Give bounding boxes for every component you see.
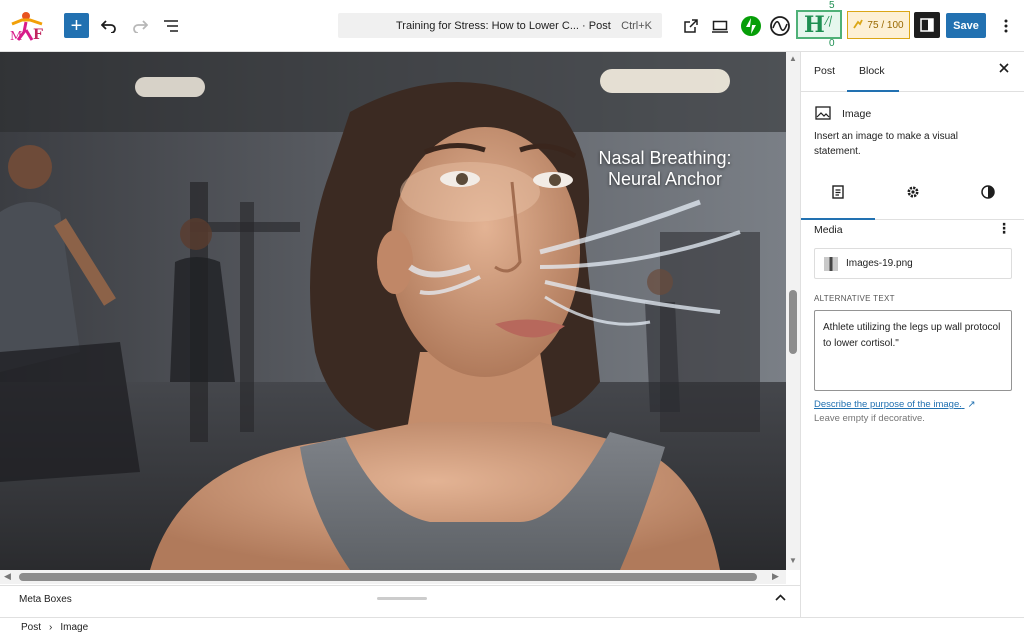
block-card: Image Insert an image to make a visual s…: [801, 92, 1024, 220]
settings-sidebar: Post Block Image Insert an image to make…: [800, 52, 1024, 617]
external-link-arrow-icon: ↗: [967, 399, 976, 410]
jetpack-icon[interactable]: [740, 15, 762, 37]
file-thumbnail: [824, 256, 838, 271]
media-options-icon[interactable]: ⋮: [997, 220, 1011, 237]
svg-text:M: M: [10, 29, 22, 42]
block-description: Insert an image to make a visual stateme…: [814, 131, 958, 157]
add-block-button[interactable]: +: [64, 13, 89, 38]
media-file-button[interactable]: Images-19.png: [814, 248, 1012, 279]
tab-settings-list[interactable]: [801, 180, 875, 220]
breadcrumb-image[interactable]: Image: [60, 622, 88, 633]
headings-icon: H: [804, 11, 825, 38]
close-icon[interactable]: [999, 62, 1009, 76]
more-options-icon[interactable]: [993, 13, 1019, 39]
scroll-left-icon[interactable]: ◀: [4, 571, 11, 582]
block-title: Image: [842, 108, 872, 120]
alt-text-hint: Leave empty if decorative.: [814, 413, 925, 424]
settings-sidebar-toggle[interactable]: [914, 12, 940, 38]
sidebar-tabs: Post Block: [801, 52, 1024, 92]
media-file-name: Images-19.png: [846, 258, 913, 269]
alt-text-label: ALTERNATIVE TEXT: [814, 294, 895, 303]
seo-score-button[interactable]: 75 / 100: [847, 11, 910, 39]
chevron-up-icon[interactable]: [775, 592, 786, 604]
readability-bottom-value: 0: [829, 38, 835, 49]
desktop-preview-icon[interactable]: [707, 13, 733, 39]
settings-list-icon: [832, 184, 844, 204]
readability-fraction: /|: [823, 14, 834, 27]
scroll-right-icon[interactable]: ▶: [772, 571, 779, 582]
featured-image: [0, 52, 786, 570]
tab-post[interactable]: Post: [814, 65, 835, 77]
tab-block[interactable]: Block: [847, 65, 899, 92]
site-logo[interactable]: F M: [8, 10, 54, 43]
readability-badge[interactable]: H /|: [796, 10, 842, 39]
alt-text-textarea[interactable]: Athlete utilizing the legs up wall proto…: [814, 310, 1012, 391]
image-block[interactable]: Nasal Breathing: Neural Anchor: [0, 52, 786, 570]
document-title: Training for Stress: How to Lower C... ·…: [396, 19, 611, 32]
media-panel-heading: Media: [814, 224, 843, 236]
resize-handle[interactable]: [377, 597, 427, 600]
vertical-scroll-thumb[interactable]: [789, 290, 797, 354]
breadcrumb-post[interactable]: Post: [21, 622, 41, 633]
image-overlay-caption: Nasal Breathing: Neural Anchor: [560, 148, 770, 190]
horizontal-scrollbar[interactable]: ◀ ▶: [0, 570, 786, 584]
image-block-icon: [815, 106, 831, 125]
gear-icon: [906, 185, 920, 204]
styles-contrast-icon: [981, 184, 995, 204]
overlay-line-1: Nasal Breathing:: [598, 148, 732, 168]
save-button[interactable]: Save: [946, 13, 986, 38]
editor-toolbar: F M + Training for Stress: How to Lower …: [0, 0, 1024, 52]
external-link-icon[interactable]: [678, 13, 704, 39]
seo-score-value: 75 / 100: [867, 19, 904, 31]
tab-advanced-settings[interactable]: [876, 180, 950, 208]
redo-icon[interactable]: [127, 13, 153, 39]
overlay-line-2: Neural Anchor: [607, 169, 723, 189]
vertical-scrollbar[interactable]: ▲ ▼: [786, 52, 800, 570]
tab-styles[interactable]: [951, 180, 1024, 208]
scroll-down-icon[interactable]: ▼: [789, 556, 797, 565]
list-view-icon[interactable]: [158, 13, 184, 39]
seo-flame-icon: [853, 19, 864, 32]
meta-boxes-label: Meta Boxes: [19, 594, 72, 605]
scroll-up-icon[interactable]: ▲: [789, 54, 797, 63]
svg-text:F: F: [33, 27, 43, 42]
performance-icon[interactable]: [768, 14, 792, 38]
breadcrumb-separator-icon: ›: [49, 622, 53, 633]
describe-purpose-link[interactable]: Describe the purpose of the image. ↗: [814, 399, 975, 410]
meta-boxes-panel[interactable]: Meta Boxes: [0, 585, 800, 613]
command-shortcut: Ctrl+K: [621, 19, 652, 32]
describe-purpose-link-text: Describe the purpose of the image.: [814, 399, 962, 410]
horizontal-scroll-thumb[interactable]: [19, 573, 757, 581]
undo-icon[interactable]: [96, 13, 122, 39]
command-palette-bar[interactable]: Training for Stress: How to Lower C... ·…: [338, 13, 662, 38]
block-breadcrumb: Post › Image: [0, 617, 1024, 637]
